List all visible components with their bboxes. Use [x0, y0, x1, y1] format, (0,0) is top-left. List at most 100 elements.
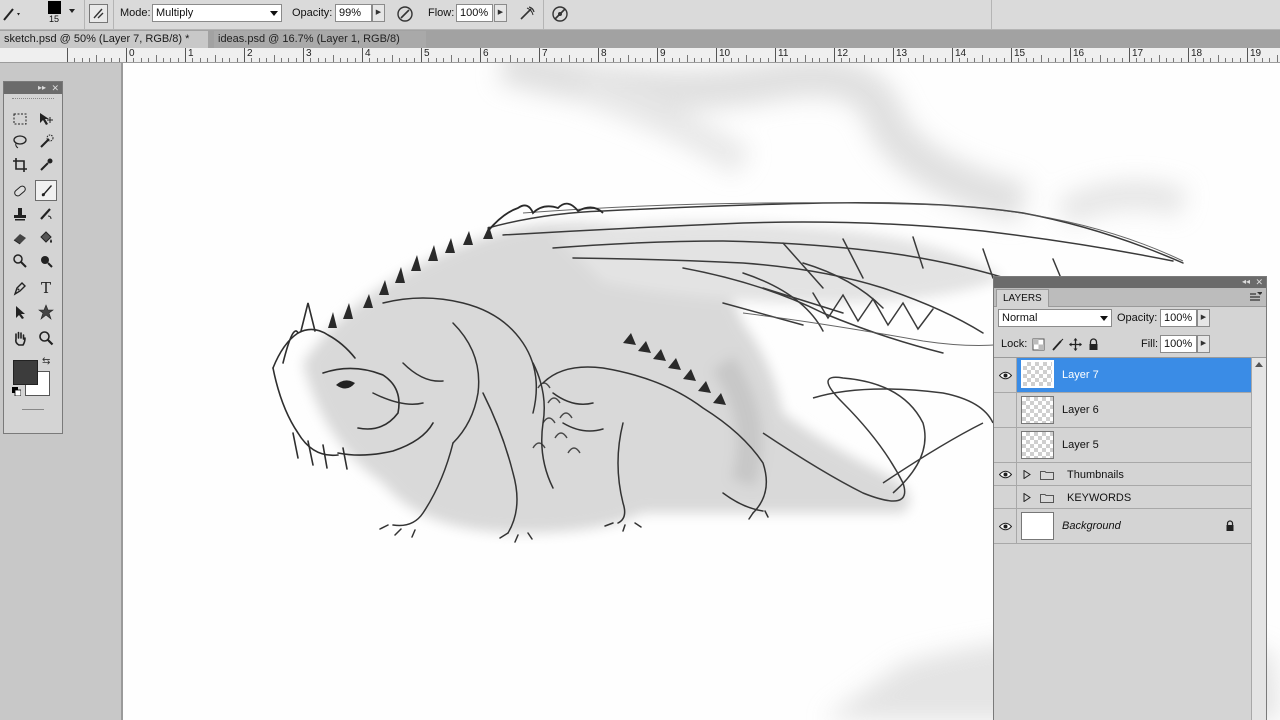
brush-panel-toggle[interactable]: [89, 4, 108, 23]
tab-ideas[interactable]: ideas.psd @ 16.7% (Layer 1, RGB/8): [214, 31, 426, 48]
collapse-icon[interactable]: ◂◂: [1242, 276, 1250, 288]
tool-move[interactable]: [35, 108, 57, 129]
tool-spot-healing[interactable]: [9, 180, 31, 201]
layer-opacity-input[interactable]: 100%: [1160, 309, 1197, 327]
layer-list-scrollbar[interactable]: [1251, 357, 1266, 720]
visibility-toggle[interactable]: [994, 486, 1017, 508]
tool-paint-bucket[interactable]: [35, 227, 57, 248]
tool-preset-picker[interactable]: [2, 6, 24, 24]
lock-all-icon[interactable]: [1087, 338, 1100, 351]
tool-dodge[interactable]: [9, 250, 31, 271]
layer-group-thumbnails[interactable]: Thumbnails: [994, 463, 1251, 486]
horizontal-ruler[interactable]: 0 1 2 3 4 5 6 7 8 9 10 11 12 13 14 15 16 17 18 19: [0, 48, 1280, 63]
close-icon[interactable]: ✕: [51, 82, 59, 94]
mode-select[interactable]: Multiply: [152, 4, 282, 22]
fill-input[interactable]: 100%: [1160, 335, 1197, 353]
visibility-toggle[interactable]: [994, 393, 1017, 427]
tool-clone-stamp[interactable]: [9, 203, 31, 224]
tool-quick-selection[interactable]: [35, 131, 57, 152]
layer-row-layer-6[interactable]: Layer 6: [994, 393, 1251, 428]
ruler-minor-tick: [1077, 58, 1078, 62]
ruler-minor-tick: [1203, 58, 1204, 62]
lock-image-pixels-icon[interactable]: [1051, 338, 1064, 351]
opacity-value: 99%: [339, 7, 362, 19]
tablet-size-toggle[interactable]: [550, 4, 570, 24]
layer-name[interactable]: Layer 6: [1062, 404, 1099, 416]
tool-hand[interactable]: [9, 327, 31, 348]
ruler-minor-tick: [1151, 58, 1152, 62]
collapse-icon[interactable]: ▸▸: [38, 82, 46, 94]
tool-rectangular-marquee[interactable]: [9, 108, 31, 129]
ruler-major-tick: [244, 48, 245, 62]
fill-slider-toggle[interactable]: ▶: [1197, 335, 1210, 353]
ruler-minor-tick: [495, 58, 496, 62]
layers-panel-header[interactable]: ◂◂ ✕: [994, 277, 1266, 288]
airbrush-toggle[interactable]: [517, 4, 537, 24]
ruler-minor-tick: [333, 55, 334, 62]
layer-name[interactable]: KEYWORDS: [1067, 492, 1131, 504]
tool-custom-shape[interactable]: [35, 301, 57, 322]
tool-pen[interactable]: [9, 277, 31, 298]
layer-opacity-slider-toggle[interactable]: ▶: [1197, 309, 1210, 327]
ruler-minor-tick: [1004, 58, 1005, 62]
ruler-minor-tick: [635, 58, 636, 62]
tool-type[interactable]: T: [35, 277, 57, 298]
brush-picker[interactable]: 15: [44, 0, 80, 29]
tab-layers[interactable]: LAYERS: [996, 289, 1049, 307]
blend-mode-select[interactable]: Normal: [998, 309, 1112, 327]
tool-eraser[interactable]: [9, 227, 31, 248]
tool-brush[interactable]: [35, 180, 57, 201]
zoom-icon: [39, 330, 54, 345]
visibility-toggle[interactable]: [994, 428, 1017, 462]
flow-slider-toggle[interactable]: ▶: [494, 4, 507, 22]
tool-eyedropper[interactable]: [35, 154, 57, 175]
visibility-toggle[interactable]: [994, 463, 1017, 485]
quick-mask-toggle[interactable]: [22, 409, 44, 410]
layer-thumbnail: [1021, 431, 1054, 459]
expand-arrow-icon[interactable]: [1023, 470, 1031, 479]
visibility-toggle[interactable]: [994, 358, 1017, 392]
ruler-minor-tick: [347, 58, 348, 62]
ruler-minor-tick: [1159, 55, 1160, 62]
layer-name[interactable]: Background: [1062, 520, 1121, 532]
panel-grip[interactable]: [12, 98, 54, 100]
opacity-input[interactable]: 99%: [335, 4, 372, 22]
tool-burn[interactable]: [35, 250, 57, 271]
swap-colors-icon[interactable]: ⇆: [42, 356, 50, 367]
tool-zoom[interactable]: [35, 327, 57, 348]
default-colors-icon[interactable]: [12, 387, 21, 396]
lock-transparency-icon[interactable]: [1032, 338, 1045, 351]
ruler-minor-tick: [1232, 58, 1233, 62]
lock-position-icon[interactable]: [1069, 338, 1082, 351]
visibility-toggle[interactable]: [994, 509, 1017, 543]
foreground-color-swatch[interactable]: [13, 360, 38, 385]
ruler-minor-tick: [569, 55, 570, 62]
flow-input[interactable]: 100%: [456, 4, 493, 22]
tab-sketch[interactable]: sketch.psd @ 50% (Layer 7, RGB/8) *: [0, 31, 208, 48]
tool-crop[interactable]: [9, 154, 31, 175]
tool-path-selection[interactable]: [9, 301, 31, 322]
opacity-slider-toggle[interactable]: ▶: [372, 4, 385, 22]
ruler-minor-tick: [753, 58, 754, 62]
layer-row-layer-7[interactable]: Layer 7: [994, 358, 1251, 393]
tablet-opacity-toggle[interactable]: [395, 4, 415, 24]
ruler-minor-tick: [546, 58, 547, 62]
panel-menu-icon[interactable]: [1250, 292, 1262, 302]
layer-name[interactable]: Thumbnails: [1067, 469, 1124, 481]
flow-label: Flow:: [428, 7, 455, 19]
layer-row-background[interactable]: Background: [994, 509, 1251, 544]
ruler-minor-tick: [1225, 58, 1226, 62]
layer-group-keywords[interactable]: KEYWORDS: [994, 486, 1251, 509]
tool-lasso[interactable]: [9, 131, 31, 152]
layer-name[interactable]: Layer 7: [1062, 369, 1099, 381]
tools-panel-header[interactable]: ▸▸ ✕: [4, 82, 62, 94]
layer-name[interactable]: Layer 5: [1062, 439, 1099, 451]
layer-row-layer-5[interactable]: Layer 5: [994, 428, 1251, 463]
opacity-label: Opacity:: [1117, 312, 1158, 324]
expand-arrow-icon[interactable]: [1023, 493, 1031, 502]
close-icon[interactable]: ✕: [1255, 276, 1263, 288]
scroll-up-icon[interactable]: [1255, 362, 1263, 367]
ruler-minor-tick: [1085, 58, 1086, 62]
ruler-minor-tick: [900, 58, 901, 62]
tool-history-brush[interactable]: [35, 203, 57, 224]
